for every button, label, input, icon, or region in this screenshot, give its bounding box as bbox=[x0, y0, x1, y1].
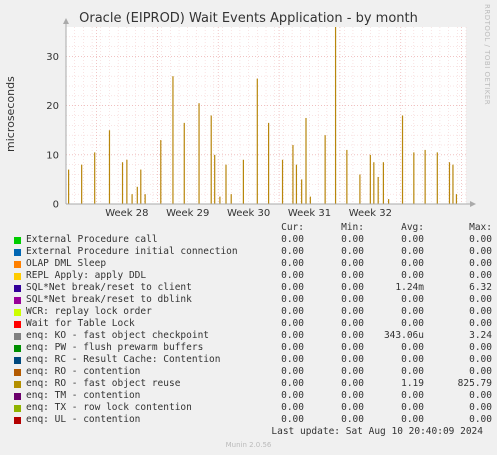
legend-avg: 343.06u bbox=[383, 330, 424, 341]
plot-area: 0 10 20 30 Week 28 Week 29 Week 30 Week 31 Week… bbox=[46, 18, 476, 219]
legend-row: SQL*Net break/reset to dblink 0.00 0.00 0.0… bbox=[12, 294, 492, 306]
legend-table: Cur: Min: Avg: Max: External Procedure c… bbox=[12, 222, 492, 426]
legend-label: enq: PW - flush prewarm buffers bbox=[26, 342, 204, 353]
legend-max: 825.79 bbox=[457, 378, 492, 389]
legend-row: enq: KO - fast object checkpoint 0.00 0.00… bbox=[12, 330, 492, 342]
x-tick-label: Week 32 bbox=[349, 208, 392, 219]
legend-swatch bbox=[14, 345, 21, 352]
y-tick-label: 20 bbox=[46, 101, 59, 112]
legend-swatch bbox=[14, 273, 21, 280]
legend-label: enq: TM - contention bbox=[26, 390, 141, 401]
legend-swatch bbox=[14, 297, 21, 304]
last-update: Last update: Sat Aug 10 20:40:09 2024 bbox=[271, 426, 483, 437]
x-axis-arrow bbox=[470, 201, 476, 207]
legend-max: 0.00 bbox=[469, 234, 492, 245]
legend-label: SQL*Net break/reset to client bbox=[26, 282, 192, 293]
legend-swatch bbox=[14, 393, 21, 400]
legend-label: REPL Apply: apply DDL bbox=[26, 270, 147, 281]
legend-swatch bbox=[14, 417, 21, 424]
x-tick-label: Week 29 bbox=[166, 208, 209, 219]
legend-avg: 0.00 bbox=[401, 318, 424, 329]
legend-label: WCR: replay lock order bbox=[26, 306, 152, 317]
legend-avg: 0.00 bbox=[401, 234, 424, 245]
legend-avg: 0.00 bbox=[401, 306, 424, 317]
legend-swatch bbox=[14, 261, 21, 268]
legend-row: Wait for Table Lock 0.00 0.00 0.00 0.00 bbox=[12, 318, 492, 330]
legend-header: Cur: Min: Avg: Max: bbox=[12, 222, 492, 234]
legend-max: 0.00 bbox=[469, 294, 492, 305]
legend-row: enq: RO - fast object reuse 0.00 0.00 1.19 8… bbox=[12, 378, 492, 390]
legend-swatch bbox=[14, 333, 21, 340]
legend-max: 0.00 bbox=[469, 270, 492, 281]
legend-swatch bbox=[14, 369, 21, 376]
legend-max: 0.00 bbox=[469, 306, 492, 317]
legend-label: enq: RO - fast object reuse bbox=[26, 378, 181, 389]
legend-avg: 1.24m bbox=[395, 282, 424, 293]
legend-label: OLAP DML Sleep bbox=[26, 258, 107, 269]
legend-max: 0.00 bbox=[469, 390, 492, 401]
legend-swatch bbox=[14, 309, 21, 316]
legend-avg: 0.00 bbox=[401, 366, 424, 377]
x-tick-label: Week 28 bbox=[105, 208, 148, 219]
legend-avg: 0.00 bbox=[401, 270, 424, 281]
legend-row: WCR: replay lock order 0.00 0.00 0.00 0.00 bbox=[12, 306, 492, 318]
y-tick-label: 10 bbox=[46, 150, 59, 161]
legend-label: External Procedure call bbox=[26, 234, 158, 245]
legend-label: Wait for Table Lock bbox=[26, 318, 135, 329]
legend-swatch bbox=[14, 321, 21, 328]
munin-version: Munin 2.0.56 bbox=[225, 441, 272, 449]
legend-swatch bbox=[14, 381, 21, 388]
legend-label: SQL*Net break/reset to dblink bbox=[26, 294, 192, 305]
legend-swatch bbox=[14, 249, 21, 256]
legend-swatch bbox=[14, 237, 21, 244]
legend-avg: 0.00 bbox=[401, 414, 424, 425]
legend-avg: 1.19 bbox=[401, 378, 424, 389]
legend-row: enq: TX - row lock contention 0.00 0.00 0.0… bbox=[12, 402, 492, 414]
y-tick-label: 30 bbox=[46, 52, 59, 63]
graph-frame: Oracle (EIPROD) Wait Events Application … bbox=[0, 0, 497, 455]
legend-max: 0.00 bbox=[469, 246, 492, 257]
legend-max: 0.00 bbox=[469, 366, 492, 377]
legend-max: 0.00 bbox=[469, 342, 492, 353]
legend-max: 0.00 bbox=[469, 414, 492, 425]
legend-avg: 0.00 bbox=[401, 294, 424, 305]
legend-max: 0.00 bbox=[469, 354, 492, 365]
legend-row: External Procedure initial connection 0.0… bbox=[12, 246, 492, 258]
legend-avg: 0.00 bbox=[401, 402, 424, 413]
legend-row: enq: RO - contention 0.00 0.00 0.00 0.00 bbox=[12, 366, 492, 378]
legend-avg: 0.00 bbox=[401, 258, 424, 269]
legend-max: 6.32 bbox=[469, 282, 492, 293]
legend-max: 3.24 bbox=[469, 330, 492, 341]
legend-swatch bbox=[14, 285, 21, 292]
legend-row: enq: UL - contention 0.00 0.00 0.00 0.00 bbox=[12, 414, 492, 426]
legend-row: REPL Apply: apply DDL 0.00 0.00 0.00 0.00 bbox=[12, 270, 492, 282]
legend-label: enq: KO - fast object checkpoint bbox=[26, 330, 210, 341]
legend-label: enq: RC - Result Cache: Contention bbox=[26, 354, 221, 365]
legend-swatch bbox=[14, 357, 21, 364]
legend-label: enq: TX - row lock contention bbox=[26, 402, 192, 413]
header-max: Max: bbox=[469, 222, 492, 233]
header-avg: Avg: bbox=[401, 222, 424, 233]
legend-avg: 0.00 bbox=[401, 354, 424, 365]
x-tick-label: Week 30 bbox=[227, 208, 270, 219]
legend-swatch bbox=[14, 405, 21, 412]
legend-label: enq: UL - contention bbox=[26, 414, 141, 425]
y-tick-label: 0 bbox=[53, 200, 59, 211]
x-tick-label: Week 31 bbox=[288, 208, 331, 219]
legend-row: enq: PW - flush prewarm buffers 0.00 0.00 0… bbox=[12, 342, 492, 354]
legend-avg: 0.00 bbox=[401, 390, 424, 401]
legend-row: SQL*Net break/reset to client 0.00 0.00 1.2… bbox=[12, 282, 492, 294]
legend-max: 0.00 bbox=[469, 402, 492, 413]
legend-max: 0.00 bbox=[469, 258, 492, 269]
legend-label: enq: RO - contention bbox=[26, 366, 141, 377]
legend-avg: 0.00 bbox=[401, 246, 424, 257]
legend-row: OLAP DML Sleep 0.00 0.00 0.00 0.00 bbox=[12, 258, 492, 270]
legend-row: External Procedure call 0.00 0.00 0.00 0.00 bbox=[12, 234, 492, 246]
legend-avg: 0.00 bbox=[401, 342, 424, 353]
legend-row: enq: RC - Result Cache: Contention 0.00 0.… bbox=[12, 354, 492, 366]
legend-label: External Procedure initial connection bbox=[26, 246, 238, 257]
legend-row: enq: TM - contention 0.00 0.00 0.00 0.00 bbox=[12, 390, 492, 402]
legend-max: 0.00 bbox=[469, 318, 492, 329]
y-axis-arrow bbox=[63, 18, 69, 24]
